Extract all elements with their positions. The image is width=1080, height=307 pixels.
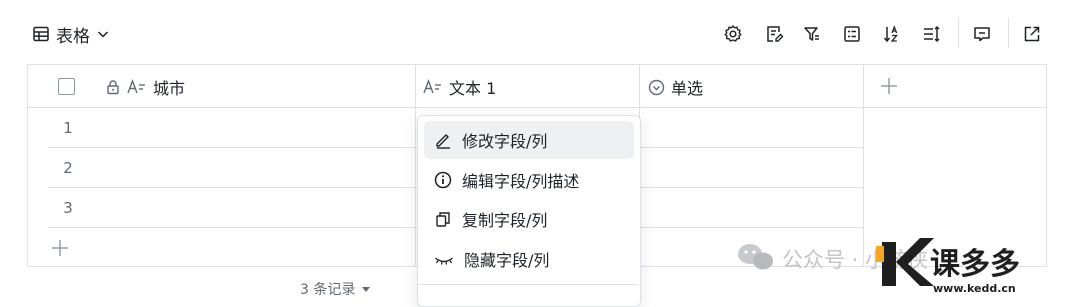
view-switcher[interactable]: 表格 xyxy=(32,22,110,47)
column-header-city[interactable]: 城市 xyxy=(105,75,185,99)
toolbar-divider xyxy=(958,18,959,48)
select-all-checkbox[interactable] xyxy=(58,78,75,95)
open-external-icon[interactable] xyxy=(1020,22,1044,46)
column-label: 单选 xyxy=(671,79,704,98)
row-number: 2 xyxy=(63,159,73,177)
text-field-icon xyxy=(127,79,147,95)
header-divider xyxy=(27,107,1047,108)
row-number: 3 xyxy=(63,199,73,217)
sort-az-icon[interactable] xyxy=(880,22,904,46)
row-number: 1 xyxy=(63,119,73,137)
menu-item-label: 复制字段/列 xyxy=(462,211,548,230)
eye-closed-icon xyxy=(434,250,454,268)
column-header-single-select[interactable]: 单选 xyxy=(648,75,703,99)
column-header-text1[interactable]: 文本 1 xyxy=(423,75,496,99)
watermark: 公众号 · 小游侠 课多多 www.kedd.cn xyxy=(730,232,1080,297)
column-divider xyxy=(415,64,416,267)
grid-table-icon xyxy=(32,25,50,43)
caret-down-icon xyxy=(361,284,371,294)
row-height-icon[interactable] xyxy=(920,22,944,46)
menu-item-label: 隐藏字段/列 xyxy=(464,251,550,270)
settings-gear-icon[interactable] xyxy=(721,22,745,46)
view-name: 表格 xyxy=(56,26,90,47)
column-label: 城市 xyxy=(153,79,186,98)
watermark-logo: 公众号 · 小游侠 课多多 www.kedd.cn xyxy=(738,238,1020,295)
menu-item-edit-description[interactable]: 编辑字段/列描述 xyxy=(424,161,634,199)
circle-check-icon xyxy=(648,79,665,96)
menu-item-hide-field[interactable]: 隐藏字段/列 xyxy=(424,240,634,278)
menu-item-duplicate-field[interactable]: 复制字段/列 xyxy=(424,200,634,238)
toolbar xyxy=(721,18,1051,48)
menu-divider xyxy=(418,284,638,285)
chevron-down-icon xyxy=(96,27,110,41)
form-edit-icon[interactable] xyxy=(762,22,786,46)
text-field-icon xyxy=(423,79,443,95)
copy-icon xyxy=(434,210,452,228)
add-column-plus-icon[interactable] xyxy=(879,76,899,96)
record-count-label: 3 条记录 xyxy=(300,282,356,298)
pencil-icon xyxy=(434,131,452,149)
column-context-menu: 修改字段/列 编辑字段/列描述 复制字段/列 隐藏字段/列 xyxy=(417,115,641,307)
menu-item-edit-field[interactable]: 修改字段/列 xyxy=(424,121,634,159)
info-icon xyxy=(434,171,452,189)
watermark-url: www.kedd.cn xyxy=(933,282,1016,295)
group-list-icon[interactable] xyxy=(840,22,864,46)
record-count[interactable]: 3 条记录 xyxy=(300,279,371,299)
watermark-brand: 课多多 xyxy=(930,247,1020,282)
lock-icon xyxy=(105,79,121,95)
comment-icon[interactable] xyxy=(970,22,994,46)
menu-item-label: 编辑字段/列描述 xyxy=(462,172,580,191)
add-row-plus-icon[interactable] xyxy=(50,238,70,258)
filter-icon[interactable] xyxy=(800,22,824,46)
column-label: 文本 1 xyxy=(449,79,497,98)
menu-item-label: 修改字段/列 xyxy=(462,132,548,151)
toolbar-divider xyxy=(1008,18,1009,48)
